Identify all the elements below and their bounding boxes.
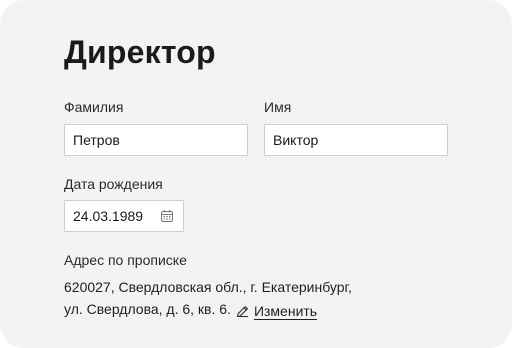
address-block: 620027, Свердловская обл., г. Екатеринбу… — [64, 276, 364, 320]
address-line-2-container: ул. Свердлова, д. 6, кв. 6. Изменить — [64, 298, 364, 320]
last-name-field-wrapper — [64, 124, 248, 156]
birth-date-field-wrapper — [64, 200, 184, 232]
first-name-field[interactable] — [273, 132, 447, 148]
director-card: Директор Фамилия Имя Дата рождения Адрес… — [0, 0, 512, 348]
page-title: Директор — [64, 34, 216, 70]
address-line-1: 620027, Свердловская обл., г. Екатеринбу… — [64, 279, 352, 295]
pencil-icon[interactable] — [235, 304, 250, 319]
edit-address-control[interactable]: Изменить — [235, 303, 318, 320]
address-label: Адрес по прописке — [64, 252, 187, 268]
edit-address-link[interactable]: Изменить — [253, 303, 318, 320]
last-name-field[interactable] — [73, 132, 247, 148]
birth-date-label: Дата рождения — [64, 176, 163, 192]
first-name-field-wrapper — [264, 124, 448, 156]
last-name-label: Фамилия — [64, 99, 124, 115]
address-line-2: ул. Свердлова, д. 6, кв. 6. — [64, 301, 231, 317]
first-name-label: Имя — [264, 99, 292, 115]
calendar-icon[interactable] — [160, 209, 174, 223]
birth-date-field[interactable] — [73, 208, 155, 224]
